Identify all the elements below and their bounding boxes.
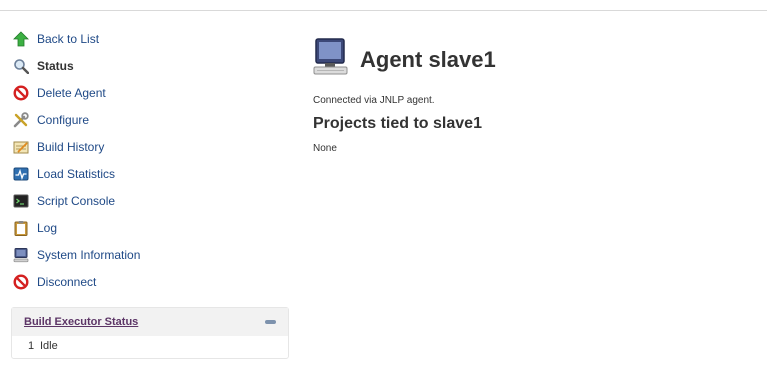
executor-panel-header: Build Executor Status	[12, 308, 288, 336]
page-title: Agent slave1	[360, 46, 496, 72]
task-disconnect[interactable]: Disconnect	[12, 268, 292, 295]
task-label: Delete Agent	[37, 85, 106, 100]
terminal-icon	[12, 192, 30, 210]
monitor-graph-icon	[12, 165, 30, 183]
task-load-statistics[interactable]: Load Statistics	[12, 160, 292, 187]
task-script-console[interactable]: Script Console	[12, 187, 292, 214]
task-label: Build History	[37, 139, 105, 154]
connection-status: Connected via JNLP agent.	[313, 95, 435, 106]
task-delete-agent[interactable]: Delete Agent	[12, 79, 292, 106]
executor-number: 1	[28, 340, 35, 352]
tools-icon	[12, 111, 30, 129]
main-panel: Agent slave1 Connected via JNLP agent. P…	[313, 38, 496, 154]
task-configure[interactable]: Configure	[12, 106, 292, 133]
magnifier-icon	[12, 57, 30, 75]
clipboard-icon	[12, 219, 30, 237]
task-label: System Information	[37, 247, 141, 262]
task-label: Status	[37, 58, 74, 73]
task-label: Log	[37, 220, 58, 235]
task-label: Script Console	[37, 193, 116, 208]
task-system-information[interactable]: System Information	[12, 241, 292, 268]
task-label: Configure	[37, 112, 90, 127]
computer-icon	[12, 246, 30, 264]
projects-heading: Projects tied to slave1	[313, 115, 482, 132]
top-divider	[0, 10, 767, 11]
task-label: Back to List	[37, 31, 100, 46]
executor-state: Idle	[40, 340, 58, 352]
task-status[interactable]: Status	[12, 52, 292, 79]
task-back-to-list[interactable]: Back to List	[12, 25, 292, 52]
task-label: Disconnect	[37, 274, 97, 289]
agent-header: Agent slave1	[313, 38, 496, 81]
executor-row: 1 Idle	[12, 336, 288, 352]
executor-status-link[interactable]: Build Executor Status	[24, 316, 138, 328]
task-build-history[interactable]: Build History	[12, 133, 292, 160]
no-entry-icon	[12, 273, 30, 291]
notepad-icon	[12, 138, 30, 156]
sidebar-tasks: Back to List Status Delete Agent Configu…	[12, 25, 292, 295]
task-log[interactable]: Log	[12, 214, 292, 241]
up-arrow-icon	[12, 30, 30, 48]
task-label: Load Statistics	[37, 166, 116, 181]
no-entry-icon	[12, 84, 30, 102]
collapse-icon[interactable]	[265, 320, 276, 324]
executor-status-panel: Build Executor Status 1 Idle	[11, 307, 289, 359]
computer-icon	[313, 38, 350, 81]
projects-value: None	[313, 143, 337, 154]
